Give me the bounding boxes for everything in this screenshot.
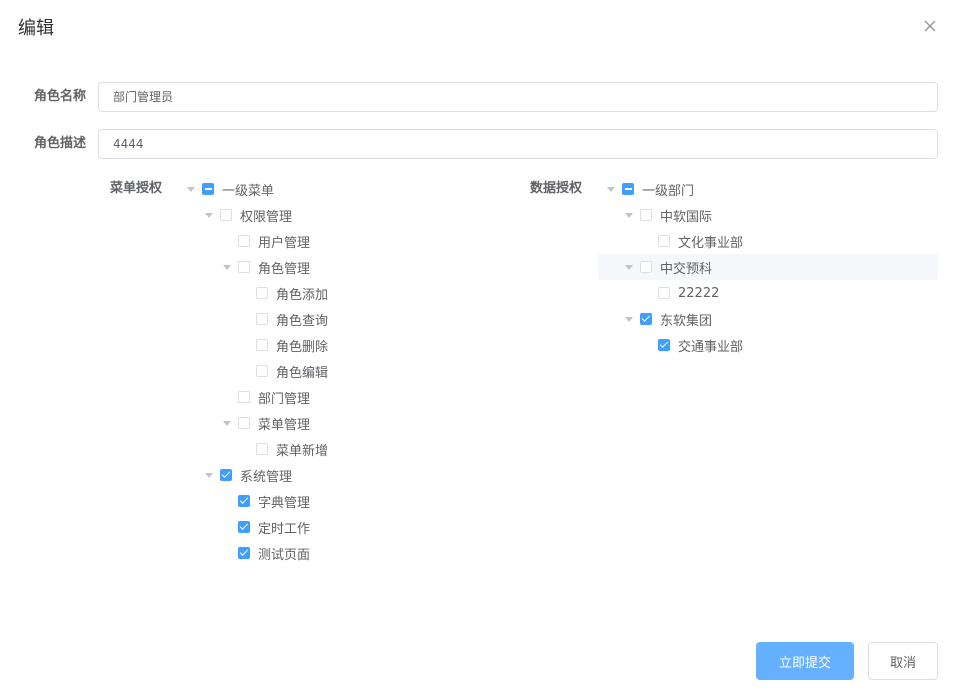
tree-node-label: 字典管理 (258, 495, 311, 511)
tree-node[interactable]: 一级菜单 (186, 176, 274, 202)
caret-down-icon[interactable] (186, 184, 196, 194)
tree-node-label: 系统管理 (240, 469, 293, 485)
tree-checkbox[interactable] (658, 235, 670, 247)
caret-down-icon[interactable] (606, 184, 616, 194)
tree-node-label: 文化事业部 (678, 235, 744, 251)
tree-node[interactable]: 菜单新增 (240, 436, 328, 462)
tree-node-label: 角色编辑 (276, 365, 329, 381)
role-name-row: 角色名称 (0, 82, 956, 112)
tree-node-label: 一级菜单 (222, 183, 275, 199)
tree-node[interactable]: 字典管理 (222, 488, 310, 514)
tree-node-label: 角色管理 (258, 261, 311, 277)
tree-checkbox[interactable] (622, 183, 634, 195)
tree-node[interactable]: 系统管理 (204, 462, 292, 488)
tree-checkbox[interactable] (256, 313, 268, 325)
tree-node-label: 交通事业部 (678, 339, 744, 355)
tree-node[interactable]: 文化事业部 (642, 228, 743, 254)
role-desc-label: 角色描述 (33, 136, 86, 151)
tree-node[interactable]: 菜单管理 (222, 410, 310, 436)
dialog-title: 编辑 (18, 18, 54, 39)
tree-checkbox[interactable] (238, 417, 250, 429)
tree-node-label: 用户管理 (258, 235, 311, 251)
tree-node-label: 22222 (678, 285, 720, 301)
tree-node[interactable]: 中软国际 (624, 202, 712, 228)
caret-down-icon[interactable] (624, 262, 634, 272)
role-desc-row: 角色描述 (0, 129, 956, 159)
tree-checkbox[interactable] (238, 495, 250, 507)
tree-node-label: 菜单新增 (276, 443, 329, 459)
tree-checkbox[interactable] (256, 339, 268, 351)
role-desc-input[interactable] (98, 129, 938, 159)
caret-down-icon[interactable] (204, 210, 214, 220)
tree-node-label: 角色查询 (276, 313, 329, 329)
tree-node[interactable]: 部门管理 (222, 384, 310, 410)
tree-node[interactable]: 交通事业部 (642, 332, 743, 358)
tree-checkbox[interactable] (220, 469, 232, 481)
tree-checkbox[interactable] (238, 521, 250, 533)
tree-node[interactable]: 定时工作 (222, 514, 310, 540)
caret-down-icon[interactable] (624, 314, 634, 324)
tree-node-label: 菜单管理 (258, 417, 311, 433)
tree-node[interactable]: 角色编辑 (240, 358, 328, 384)
menu-auth-label: 菜单授权 (110, 181, 163, 196)
tree-checkbox[interactable] (640, 261, 652, 273)
tree-node[interactable]: 角色删除 (240, 332, 328, 358)
tree-node[interactable]: 22222 (642, 280, 719, 306)
caret-down-icon[interactable] (222, 262, 232, 272)
tree-checkbox[interactable] (256, 287, 268, 299)
tree-checkbox[interactable] (640, 313, 652, 325)
tree-node-label: 部门管理 (258, 391, 311, 407)
tree-node[interactable]: 权限管理 (204, 202, 292, 228)
tree-checkbox[interactable] (658, 339, 670, 351)
data-auth-label: 数据授权 (530, 181, 583, 196)
caret-down-icon[interactable] (222, 418, 232, 428)
tree-checkbox[interactable] (256, 365, 268, 377)
close-icon[interactable] (922, 18, 938, 34)
caret-down-icon[interactable] (624, 210, 634, 220)
tree-node-label: 角色添加 (276, 287, 329, 303)
tree-checkbox[interactable] (238, 235, 250, 247)
caret-down-icon[interactable] (204, 470, 214, 480)
tree-checkbox[interactable] (658, 287, 670, 299)
tree-node-label: 角色删除 (276, 339, 329, 355)
tree-node[interactable]: 测试页面 (222, 540, 310, 566)
tree-node[interactable]: 东软集团 (624, 306, 712, 332)
tree-node-label: 中软国际 (660, 209, 713, 225)
tree-checkbox[interactable] (220, 209, 232, 221)
tree-checkbox[interactable] (202, 183, 214, 195)
tree-checkbox[interactable] (640, 209, 652, 221)
submit-button[interactable]: 立即提交 (756, 642, 854, 680)
tree-node[interactable]: 中交预科 (598, 254, 938, 280)
tree-node[interactable]: 一级部门 (606, 176, 694, 202)
tree-node-label: 测试页面 (258, 547, 311, 563)
cancel-button[interactable]: 取消 (868, 642, 938, 680)
tree-node[interactable]: 角色管理 (222, 254, 310, 280)
tree-checkbox[interactable] (238, 391, 250, 403)
tree-node[interactable]: 用户管理 (222, 228, 310, 254)
tree-checkbox[interactable] (238, 261, 250, 273)
tree-node-label: 东软集团 (660, 313, 713, 329)
tree-node-label: 定时工作 (258, 521, 311, 537)
tree-node[interactable]: 角色查询 (240, 306, 328, 332)
role-name-input[interactable] (98, 82, 938, 112)
tree-checkbox[interactable] (256, 443, 268, 455)
role-name-label: 角色名称 (33, 89, 86, 104)
tree-node[interactable]: 角色添加 (240, 280, 328, 306)
tree-node-label: 一级部门 (642, 183, 695, 199)
tree-checkbox[interactable] (238, 547, 250, 559)
tree-node-label: 权限管理 (240, 209, 293, 225)
tree-node-label: 中交预科 (660, 261, 713, 277)
